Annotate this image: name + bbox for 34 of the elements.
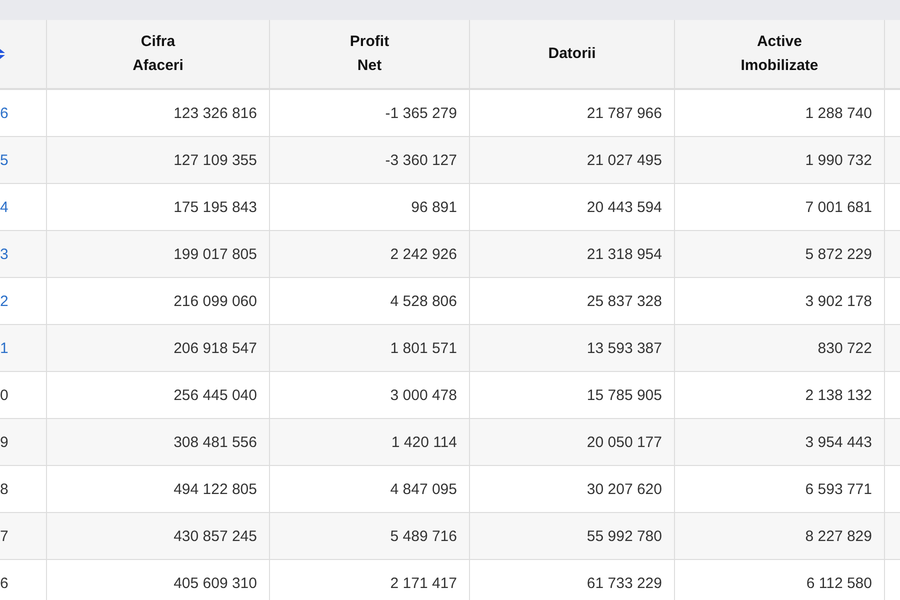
column-header: Cifra Afaceri [47, 20, 270, 90]
table-cell: 20 050 177 [470, 419, 675, 466]
table-cell: 5 489 716 [270, 513, 470, 560]
table-cell: 55 992 780 [470, 513, 675, 560]
table-cell: 206 918 547 [47, 325, 270, 372]
table-cell: 5 872 229 [675, 231, 885, 278]
table-cell: 830 722 [675, 325, 885, 372]
table-cell: 127 109 355 [47, 137, 270, 184]
table-cell: 1 420 114 [270, 419, 470, 466]
table-cell: -3 360 127 [270, 137, 470, 184]
table-cell: 2 171 417 [270, 560, 470, 600]
year-link[interactable]: 5 [0, 137, 47, 184]
table-cell: 13 593 387 [470, 325, 675, 372]
table-cell: 1 990 732 [675, 137, 885, 184]
table-cell: 21 318 954 [470, 231, 675, 278]
year-link[interactable]: 1 [0, 325, 47, 372]
table-cell: 7 [0, 513, 47, 560]
table-cell: 9 [0, 419, 47, 466]
table-cell: 199 017 805 [47, 231, 270, 278]
table-cell: 8 227 829 [675, 513, 885, 560]
table-cell: 6 [0, 560, 47, 600]
year-link[interactable]: 3 [0, 231, 47, 278]
table-cell: 308 481 556 [47, 419, 270, 466]
column-header: Datorii [470, 20, 675, 90]
table-cell: 430 857 245 [47, 513, 270, 560]
table-cell: 2 242 926 [270, 231, 470, 278]
column-header: Active Imobilizate [675, 20, 885, 90]
table-cell: 21 027 495 [470, 137, 675, 184]
table-cell: 61 733 229 [470, 560, 675, 600]
table-cell: 3 954 443 [675, 419, 885, 466]
table-cell: 6 112 580 [675, 560, 885, 600]
column-header: Profit Net [270, 20, 470, 90]
table-cell: 405 609 310 [47, 560, 270, 600]
table-cell: 1 801 571 [270, 325, 470, 372]
